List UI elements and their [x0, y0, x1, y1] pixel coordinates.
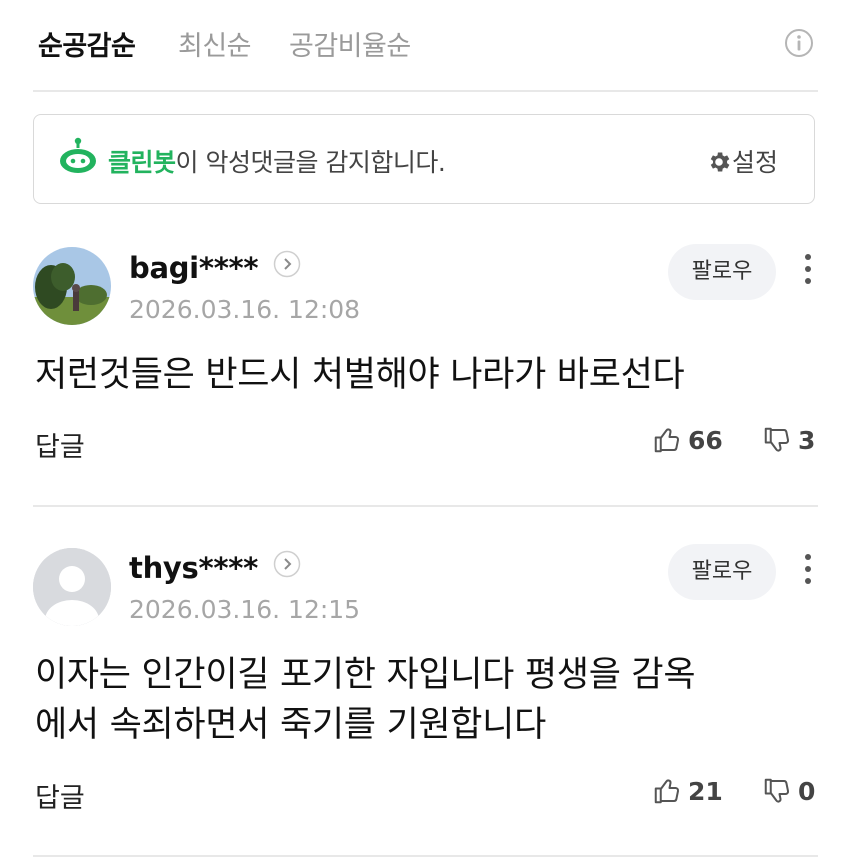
info-icon[interactable] [784, 28, 814, 58]
comment-body-line: 이자는 인간이길 포기한 자입니다 평생을 감옥 [35, 655, 696, 695]
like-button[interactable]: 21 [652, 776, 723, 806]
tab-sort-popular[interactable]: 순공감순 [38, 24, 136, 63]
cleanbot-message-text: 이 악성댓글을 감지합니다. [175, 148, 446, 177]
comment-timestamp: 2026.03.16. 12:08 [129, 295, 361, 324]
comment-body-line: 에서 속죄하면서 죽기를 기원합니다 [35, 705, 546, 745]
like-count: 66 [688, 425, 723, 455]
like-count: 21 [688, 776, 723, 806]
dislike-count: 3 [798, 425, 816, 455]
header-divider [33, 90, 818, 92]
settings-label: 설정 [732, 148, 779, 177]
dislike-button[interactable]: 3 [762, 425, 815, 455]
avatar[interactable] [33, 548, 111, 626]
cleanbot-name: 클린봇 [108, 148, 176, 177]
comment-username[interactable]: bagi**** [129, 251, 259, 285]
comment-timestamp: 2026.03.16. 12:15 [129, 595, 361, 624]
chevron-right-icon[interactable] [273, 250, 301, 278]
thumbs-down-icon [764, 778, 790, 803]
comment-divider [33, 855, 818, 857]
reply-button[interactable]: 답글 [35, 425, 85, 464]
comment-username[interactable]: thys**** [129, 551, 258, 585]
reply-button[interactable]: 답글 [35, 776, 85, 815]
cleanbot-settings-button[interactable]: 설정 [706, 143, 778, 179]
chevron-right-icon[interactable] [273, 550, 301, 578]
default-avatar-icon [33, 548, 111, 626]
cleanbot-robot-icon [60, 137, 96, 173]
follow-button[interactable]: 팔로우 [668, 544, 776, 600]
more-options-icon[interactable] [798, 250, 818, 290]
tab-sort-ratio[interactable]: 공감비율순 [289, 24, 411, 63]
more-options-icon[interactable] [798, 550, 818, 590]
profile-photo [33, 247, 111, 325]
dislike-count: 0 [798, 776, 816, 806]
cleanbot-message: 클린봇이 악성댓글을 감지합니다. [108, 143, 446, 179]
avatar[interactable] [33, 247, 111, 325]
comment-body: 이자는 인간이길 포기한 자입니다 평생을 감옥 에서 속죄하면서 죽기를 기원… [35, 650, 696, 750]
comment-divider [33, 505, 818, 507]
tab-sort-latest[interactable]: 최신순 [178, 24, 252, 63]
follow-button[interactable]: 팔로우 [668, 244, 776, 300]
thumbs-up-icon [654, 428, 680, 453]
comment-body-line: 저런것들은 반드시 처벌해야 나라가 바로선다 [35, 355, 685, 395]
comment-body: 저런것들은 반드시 처벌해야 나라가 바로선다 [35, 350, 685, 400]
thumbs-down-icon [764, 427, 790, 452]
dislike-button[interactable]: 0 [762, 776, 815, 806]
like-button[interactable]: 66 [652, 425, 723, 455]
thumbs-up-icon [654, 779, 680, 804]
gear-icon [710, 152, 730, 172]
